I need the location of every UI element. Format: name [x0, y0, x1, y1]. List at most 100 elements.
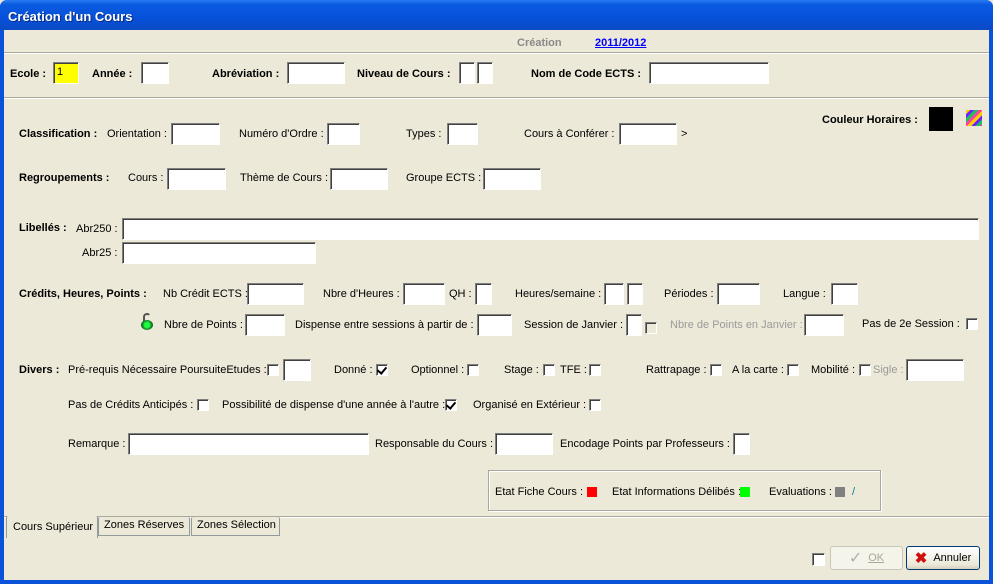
orientation-input[interactable] [171, 123, 220, 145]
classification-label: Classification : [19, 128, 98, 140]
dispense-input[interactable] [477, 314, 512, 336]
fiche-label: Etat Fiche Cours : [495, 486, 584, 498]
conferer-arrow[interactable]: > [681, 128, 687, 140]
ok-button[interactable]: ✓ OK [830, 546, 903, 570]
hsem-input-2[interactable] [627, 283, 643, 305]
sigle-input[interactable] [906, 359, 964, 381]
cancel-button[interactable]: ✖ Annuler [906, 546, 980, 570]
heures-input[interactable] [403, 283, 445, 305]
abreviation-label: Abréviation : [212, 68, 280, 80]
cours-label: Cours : [128, 172, 164, 184]
title-bar[interactable]: Création d'un Cours [0, 0, 993, 30]
points-input[interactable] [245, 314, 285, 336]
qh-input[interactable] [475, 283, 492, 305]
dialog-client: Création 2011/2012 Ecole : 1 Année : Abr… [4, 30, 989, 580]
mode-label: Création [517, 37, 562, 49]
divider [4, 52, 989, 54]
annee-label: Année : [92, 68, 133, 80]
ects-code-input[interactable] [649, 62, 769, 84]
delibes-label: Etat Informations Délibés : [612, 486, 742, 498]
qh-label: QH : [449, 288, 472, 300]
types-input[interactable] [447, 123, 478, 145]
status-panel: Etat Fiche Cours : Etat Informations Dél… [488, 470, 881, 511]
janvier-input[interactable] [626, 314, 642, 336]
regroupements-label: Regroupements : [19, 172, 110, 184]
heures-label: Nbre d'Heures : [323, 288, 400, 300]
color-picker-icon[interactable] [966, 110, 982, 126]
divider [4, 97, 989, 99]
credits-label: Crédits, Heures, Points : [19, 288, 147, 300]
pas-credits-label: Pas de Crédits Anticipés : [68, 399, 194, 411]
orientation-label: Orientation : [107, 128, 167, 140]
points-janvier-input[interactable] [804, 314, 844, 336]
ects-credits-input[interactable] [247, 283, 304, 305]
remarque-input[interactable] [128, 433, 369, 455]
theme-input[interactable] [330, 168, 388, 190]
footer-checkbox[interactable] [812, 553, 825, 566]
niveau-input-2[interactable] [477, 62, 493, 84]
janvier-checkbox[interactable] [645, 322, 657, 334]
tfe-checkbox[interactable] [589, 364, 601, 376]
organise-label: Organisé en Extérieur : [473, 399, 587, 411]
stage-label: Stage : [504, 364, 539, 376]
cours-input[interactable] [167, 168, 226, 190]
prerequis-input[interactable] [283, 359, 311, 381]
evaluations-suffix: / [852, 486, 856, 498]
numero-label: Numéro d'Ordre : [239, 128, 324, 140]
niveau-input-1[interactable] [459, 62, 475, 84]
tfe-label: TFE : [560, 364, 587, 376]
dialog-window: Création d'un Cours Création 2011/2012 E… [0, 0, 993, 584]
stage-checkbox[interactable] [543, 364, 555, 376]
prerequis-checkbox[interactable] [267, 364, 279, 376]
close-icon: ✖ [914, 550, 928, 567]
donne-label: Donné : [334, 364, 373, 376]
remarque-label: Remarque : [68, 438, 126, 450]
tab-zones-selection[interactable]: Zones Sélection [191, 517, 280, 536]
carte-label: A la carte : [732, 364, 784, 376]
abr25-label: Abr25 : [82, 247, 118, 259]
mobilite-label: Mobilité : [811, 364, 856, 376]
hsem-input-1[interactable] [604, 283, 624, 305]
carte-checkbox[interactable] [787, 364, 799, 376]
janvier-label: Session de Janvier : [524, 319, 624, 331]
ects-credits-label: Nb Crédit ECTS : [163, 288, 248, 300]
color-swatch[interactable] [929, 107, 953, 131]
conferer-input[interactable] [619, 123, 677, 145]
responsable-input[interactable] [495, 433, 553, 455]
divers-label: Divers : [19, 364, 60, 376]
numero-input[interactable] [327, 123, 360, 145]
optionnel-label: Optionnel : [411, 364, 465, 376]
mobilite-checkbox[interactable] [859, 364, 871, 376]
ects-code-label: Nom de Code ECTS : [531, 68, 642, 80]
dispense-label: Dispense entre sessions à partir de : [295, 319, 474, 331]
periodes-input[interactable] [717, 283, 760, 305]
lock-icon[interactable] [140, 313, 154, 331]
tab-cours-superieur[interactable]: Cours Supérieur [6, 516, 98, 538]
periodes-label: Périodes : [664, 288, 714, 300]
pas-2e-session-checkbox[interactable] [966, 318, 978, 330]
couleur-label: Couleur Horaires : [822, 114, 918, 126]
abr25-input[interactable] [122, 242, 316, 264]
theme-label: Thème de Cours : [240, 172, 329, 184]
rattrapage-checkbox[interactable] [710, 364, 722, 376]
window-title: Création d'un Cours [8, 9, 133, 24]
groupe-ects-input[interactable] [483, 168, 541, 190]
abr250-input[interactable] [122, 218, 979, 240]
donne-checkbox[interactable] [376, 364, 388, 376]
niveau-label: Niveau de Cours : [357, 68, 451, 80]
tab-zones-reserves[interactable]: Zones Réserves [98, 517, 190, 536]
year-link[interactable]: 2011/2012 [595, 37, 646, 49]
pas-credits-checkbox[interactable] [197, 399, 209, 411]
abreviation-input[interactable] [287, 62, 345, 84]
organise-checkbox[interactable] [589, 399, 601, 411]
ecole-input[interactable]: 1 [53, 62, 79, 84]
optionnel-checkbox[interactable] [467, 364, 479, 376]
possibilite-checkbox[interactable] [445, 399, 457, 411]
langue-label: Langue : [783, 288, 826, 300]
encodage-input[interactable] [733, 433, 750, 455]
responsable-label: Responsable du Cours : [375, 438, 494, 450]
langue-input[interactable] [831, 283, 858, 305]
checkmark-icon: ✓ [848, 550, 863, 567]
annee-input[interactable] [141, 62, 169, 84]
hsem-label: Heures/semaine : [515, 288, 602, 300]
